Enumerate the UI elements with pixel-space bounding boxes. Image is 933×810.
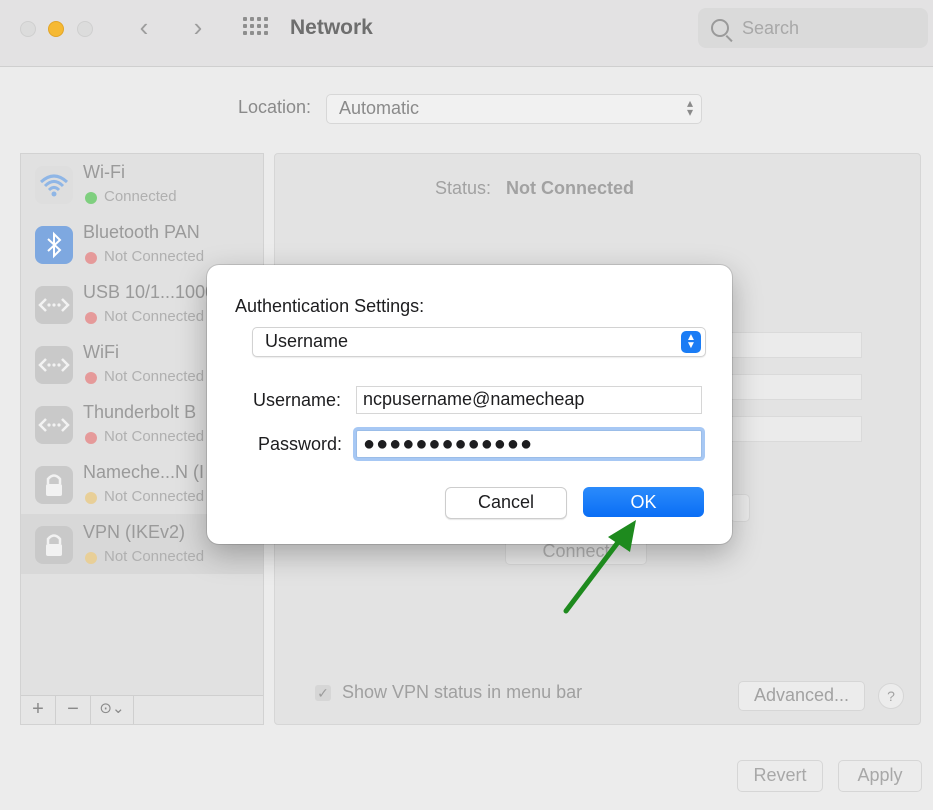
service-list-toolbar: + − ⊙⌄ (21, 695, 263, 724)
titlebar: ‹ › Network Search (0, 0, 933, 67)
ok-button[interactable]: OK (583, 487, 704, 517)
service-name: Thunderbolt B (83, 402, 197, 422)
service-status: Not Connected (104, 488, 205, 505)
lock-icon (35, 526, 73, 564)
service-status: Not Connected (104, 308, 205, 325)
location-label: Location: (238, 97, 312, 117)
ethernet-icon (35, 346, 73, 384)
remove-service-button[interactable]: − (56, 696, 91, 724)
status-dot (85, 552, 97, 564)
chevron-updown-icon: ▴ ▾ (686, 96, 693, 119)
password-field[interactable]: ●●●●●●●●●●●●● (356, 430, 702, 458)
network-preferences-window: ‹ › Network Search Location: Automatic ▴… (0, 0, 933, 810)
show-all-grid-icon[interactable] (243, 17, 269, 39)
apply-button[interactable]: Apply (838, 760, 922, 792)
auth-method-select[interactable]: Username ▲ ▼ (252, 327, 706, 357)
server-address-field[interactable] (730, 332, 862, 358)
service-name: WiFi (83, 342, 119, 362)
service-status: Not Connected (104, 548, 205, 565)
cancel-button[interactable]: Cancel (445, 487, 567, 519)
service-name: Wi-Fi (83, 162, 125, 182)
service-actions-menu-button[interactable]: ⊙⌄ (91, 696, 134, 724)
username-field[interactable]: ncpusername@namecheap (356, 386, 702, 414)
auth-method-value: Username (265, 331, 349, 351)
search-icon (711, 19, 729, 37)
show-vpn-status-label: Show VPN status in menu bar (342, 682, 583, 702)
authentication-settings-dialog: Authentication Settings: Username ▲ ▼ Use… (207, 265, 732, 544)
username-label: Username: (253, 390, 342, 410)
status-dot (85, 192, 97, 204)
service-item-wifi[interactable]: Wi-Fi Connected (21, 154, 263, 214)
advanced-button[interactable]: Advanced... (738, 681, 865, 711)
help-button[interactable]: ? (878, 683, 904, 709)
search-field[interactable]: Search (698, 8, 928, 48)
service-name: Bluetooth PAN (83, 222, 200, 242)
show-vpn-status-checkbox[interactable]: ✓ (315, 685, 331, 701)
local-id-field[interactable] (730, 416, 862, 442)
ethernet-icon (35, 406, 73, 444)
close-window-button[interactable] (20, 21, 36, 37)
status-dot (85, 492, 97, 504)
ethernet-icon (35, 286, 73, 324)
add-service-button[interactable]: + (21, 696, 56, 724)
status-dot (85, 252, 97, 264)
minimize-window-button[interactable] (48, 21, 64, 37)
service-status: Not Connected (104, 248, 205, 265)
service-status: Not Connected (104, 368, 205, 385)
location-select[interactable]: Automatic ▴ ▾ (326, 94, 702, 124)
service-name: Nameche...N (I (83, 462, 205, 482)
revert-button[interactable]: Revert (737, 760, 823, 792)
remote-id-field[interactable] (730, 374, 862, 400)
password-label: Password: (258, 434, 343, 454)
zoom-window-button[interactable] (77, 21, 93, 37)
status-value: Not Connected (506, 178, 634, 198)
location-value: Automatic (339, 98, 420, 118)
window-title: Network (290, 16, 373, 39)
service-name: VPN (IKEv2) (83, 522, 186, 542)
chevron-updown-icon: ▲ ▼ (681, 331, 701, 353)
annotation-arrow-icon (563, 520, 636, 614)
lock-icon (35, 466, 73, 504)
bluetooth-icon (35, 226, 73, 264)
dialog-title: Authentication Settings: (235, 296, 425, 316)
service-status: Connected (104, 188, 177, 205)
search-placeholder: Search (742, 18, 800, 38)
wifi-icon (35, 166, 73, 204)
status-dot (85, 432, 97, 444)
authentication-settings-button[interactable] (730, 494, 750, 522)
forward-icon[interactable]: › (186, 14, 210, 41)
status-label: Status: (435, 178, 492, 198)
back-icon[interactable]: ‹ (132, 14, 156, 41)
status-dot (85, 372, 97, 384)
service-status: Not Connected (104, 428, 205, 445)
service-name: USB 10/1...1000 (83, 282, 216, 302)
status-dot (85, 312, 97, 324)
